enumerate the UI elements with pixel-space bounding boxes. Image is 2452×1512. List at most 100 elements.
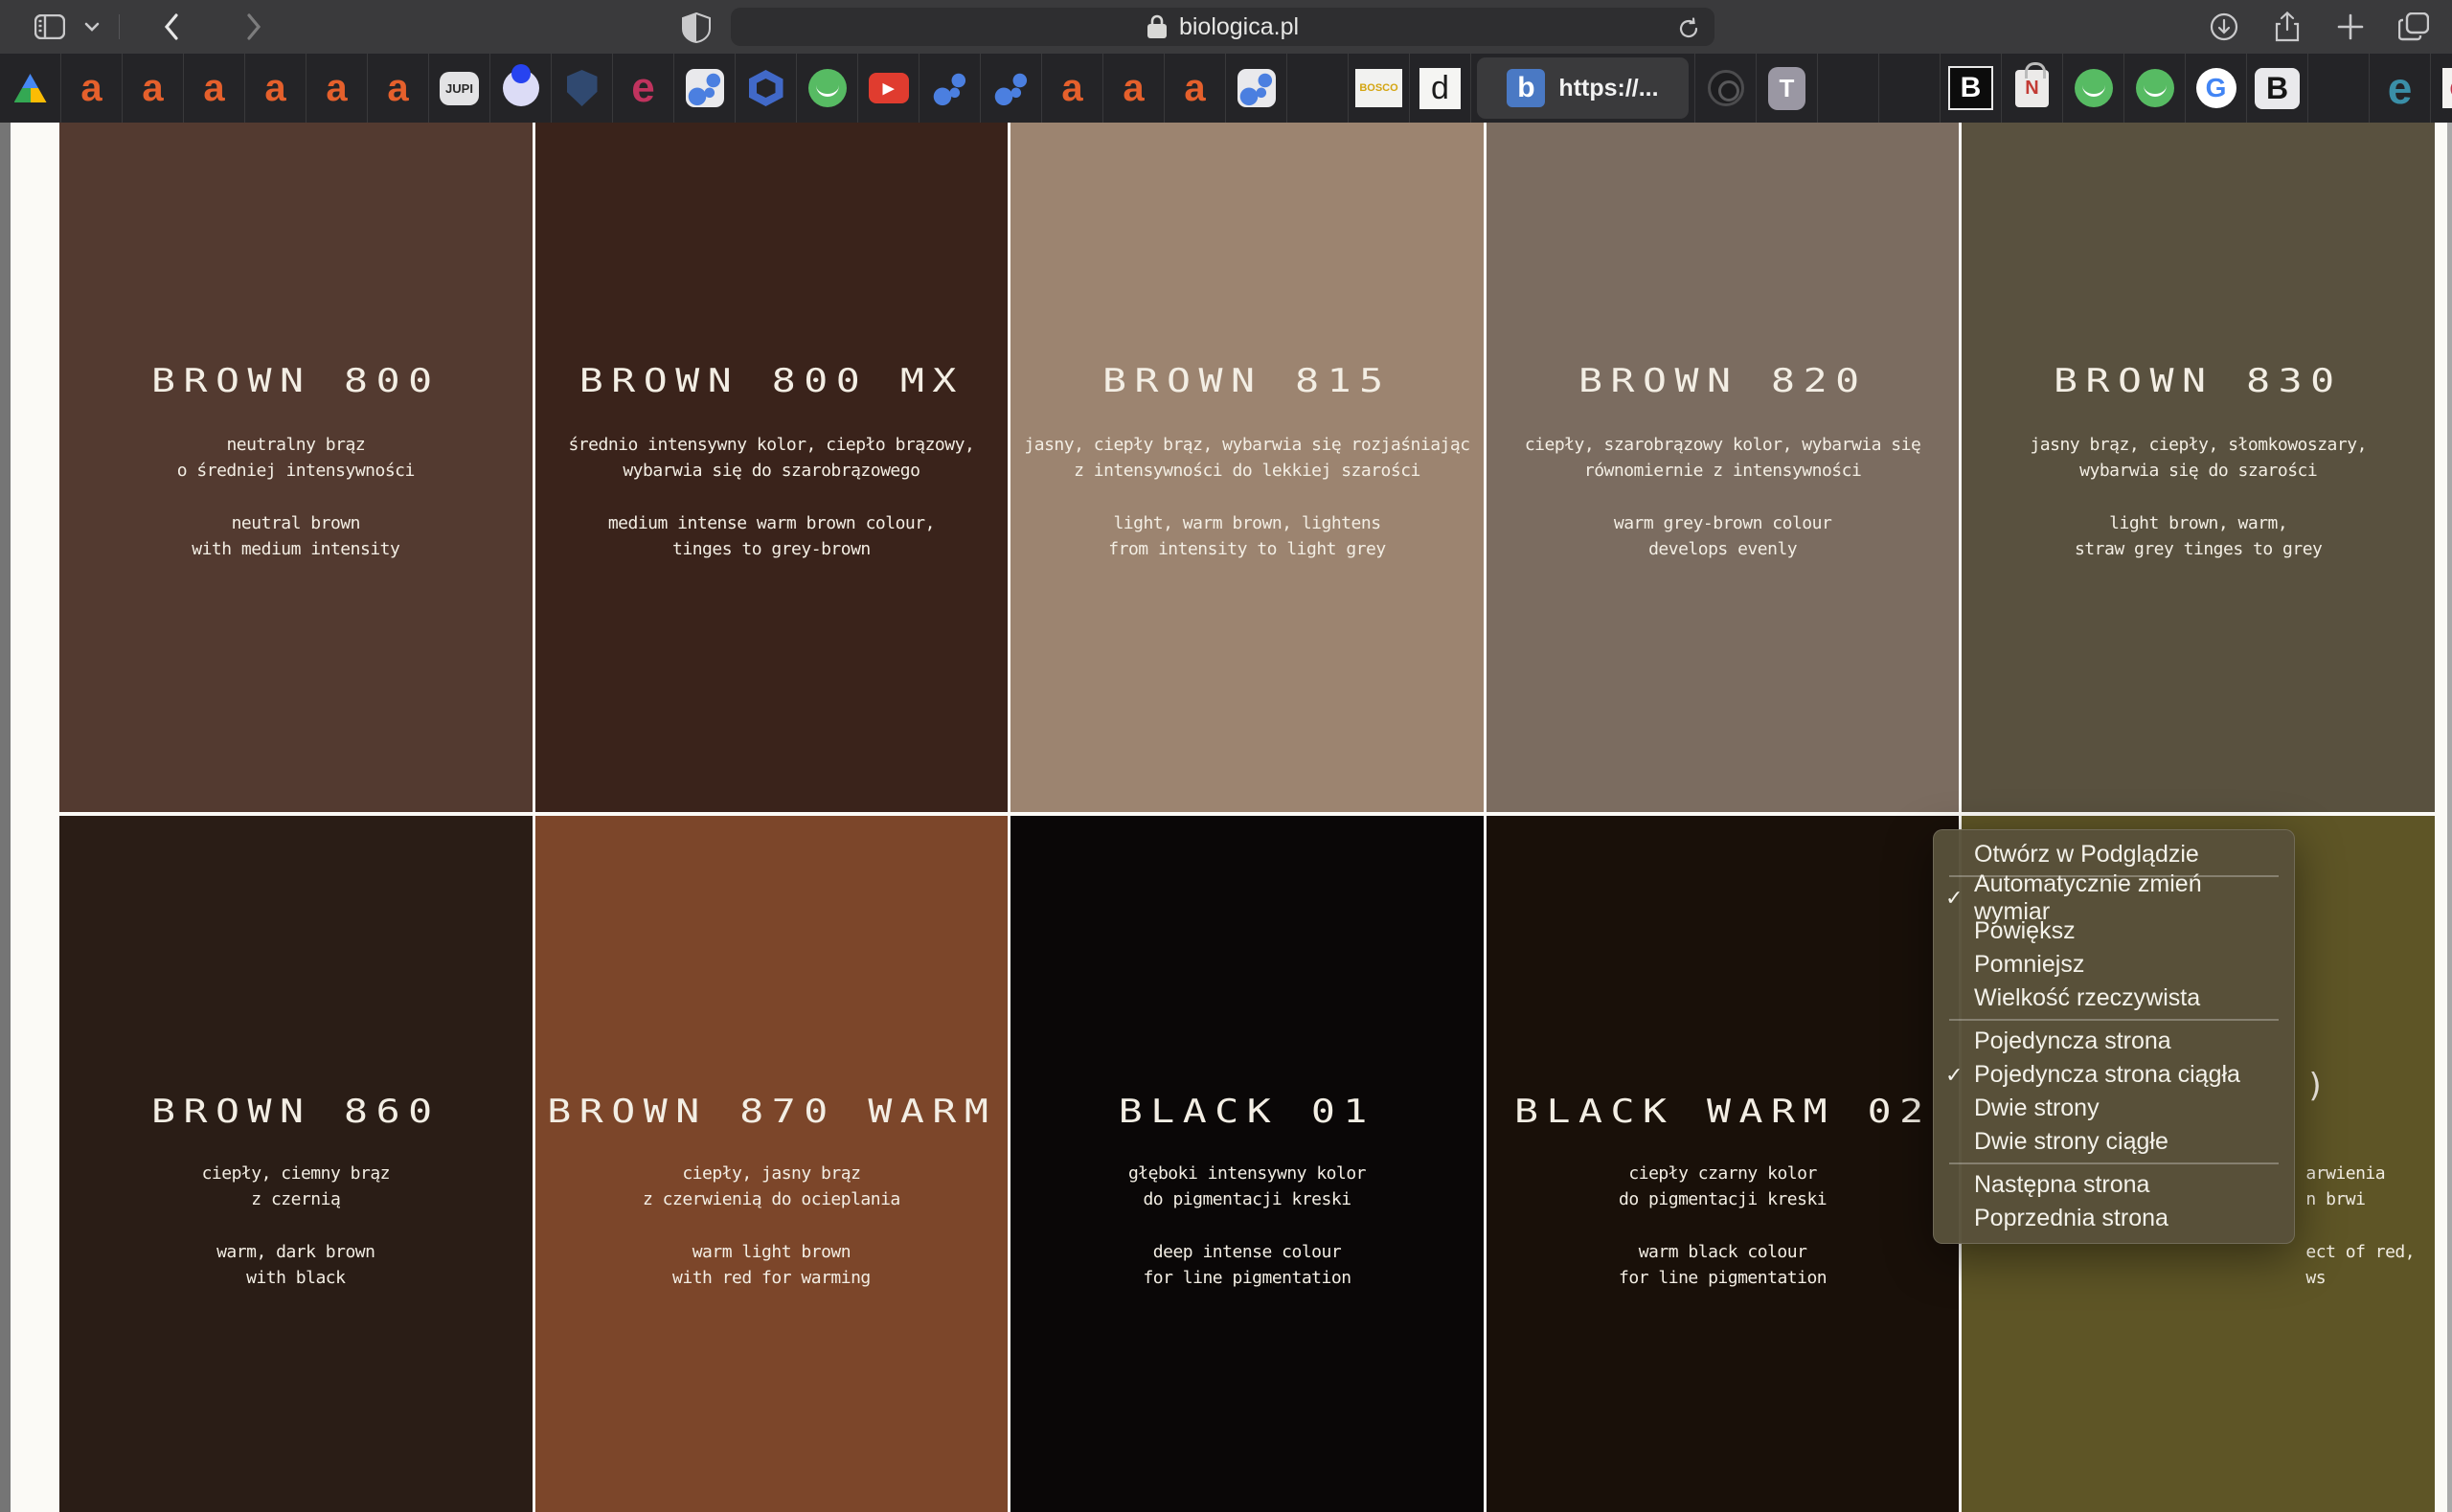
swatch-card-brown-870-warm: BROWN 870 WARM ciepły, jasny brąz z czer… bbox=[535, 816, 1009, 1512]
bookmark-youtube-icon[interactable]: ▶ bbox=[858, 54, 920, 123]
tabs-overview-icon[interactable] bbox=[2393, 6, 2435, 48]
swatch-desc-pl-fragment: arwienia n brwi bbox=[2305, 1161, 2385, 1212]
bookmark-bag-icon[interactable]: N bbox=[2002, 54, 2063, 123]
swatch-desc-en: light, warm brown, lightens from intensi… bbox=[1010, 510, 1484, 562]
chat-favicon bbox=[808, 69, 847, 107]
bookmark-e-red-icon[interactable]: e bbox=[613, 54, 674, 123]
bookmark-allegro-icon[interactable]: a bbox=[306, 54, 368, 123]
new-tab-icon[interactable] bbox=[2329, 6, 2372, 48]
swatch-desc-pl: ciepły, szarobrązowy kolor, wybarwia się… bbox=[1487, 432, 1960, 484]
menu-item-single-page[interactable]: Pojedyncza strona bbox=[1934, 1025, 2294, 1058]
bookmark-allegro-icon[interactable]: a bbox=[61, 54, 123, 123]
pdf-viewer: BROWN 800 neutralny brąz o średniej inte… bbox=[0, 123, 2452, 1512]
swatch-title: BROWN 800 MX bbox=[535, 362, 1009, 400]
toolbar-divider bbox=[119, 14, 120, 39]
swatch-desc-en-fragment: ect of red, ws bbox=[2305, 1239, 2415, 1291]
checkmark-icon: ✓ bbox=[1945, 886, 1974, 911]
menu-item-next-page[interactable]: Następna strona bbox=[1934, 1168, 2294, 1202]
bookmark-ring-icon[interactable] bbox=[1695, 54, 1757, 123]
bookmark-empty-slot bbox=[1879, 54, 1941, 123]
molecule-favicon bbox=[992, 69, 1031, 107]
bookmark-allegro-icon[interactable]: a bbox=[123, 54, 184, 123]
swatch-card-brown-800: BROWN 800 neutralny brąz o średniej inte… bbox=[59, 123, 533, 812]
swatch-desc-pl: ciepły czarny kolor do pigmentacji kresk… bbox=[1487, 1161, 1960, 1212]
bookmark-shield-icon[interactable] bbox=[552, 54, 613, 123]
swatch-card-brown-815: BROWN 815 jasny, ciepły brąz, wybarwia s… bbox=[1010, 123, 1484, 812]
bookmark-t-tile-icon[interactable]: T bbox=[1757, 54, 1818, 123]
bosco-favicon: BOSCO bbox=[1355, 69, 1401, 107]
swatch-title: BLACK 01 bbox=[1010, 1093, 1484, 1131]
bookmark-allegro-icon[interactable]: a bbox=[1103, 54, 1165, 123]
swatch-card-brown-860: BROWN 860 ciepły, ciemny brąz z czernią … bbox=[59, 816, 533, 1512]
bookmark-chat-icon[interactable] bbox=[797, 54, 858, 123]
bookmark-allegro-icon[interactable]: a bbox=[245, 54, 306, 123]
menu-item-zoom-out[interactable]: Pomniejsz bbox=[1934, 948, 2294, 982]
browser-toolbar: biologica.pl bbox=[0, 0, 2452, 54]
swatch-title-fragment: ) bbox=[2305, 1073, 2325, 1099]
swatch-desc-en: warm light brown with red for warming bbox=[535, 1239, 1009, 1291]
swatch-title: BROWN 820 bbox=[1487, 362, 1960, 400]
menu-item-actual-size[interactable]: Wielkość rzeczywista bbox=[1934, 982, 2294, 1015]
bookmark-molecule-tile-icon[interactable] bbox=[1226, 54, 1287, 123]
swatch-title: BROWN 830 bbox=[1962, 362, 2435, 400]
forward-icon[interactable] bbox=[233, 6, 275, 48]
lock-icon bbox=[1147, 14, 1168, 39]
bookmark-empty-slot bbox=[1287, 54, 1349, 123]
swatch-desc-pl: średnio intensywny kolor, ciepło brązowy… bbox=[535, 432, 1009, 484]
menu-item-previous-page[interactable]: Poprzednia strona bbox=[1934, 1202, 2294, 1235]
bookmark-chat-icon[interactable] bbox=[2063, 54, 2124, 123]
bookmark-d-tile-icon[interactable]: d bbox=[1410, 54, 1471, 123]
bookmark-e-teal-icon[interactable]: e bbox=[2370, 54, 2431, 123]
bookmark-b-white-icon[interactable]: B bbox=[2247, 54, 2308, 123]
swatch-desc-pl: głęboki intensywny kolor do pigmentacji … bbox=[1010, 1161, 1484, 1212]
allegro-favicon: a bbox=[1184, 67, 1205, 110]
back-icon[interactable] bbox=[150, 6, 193, 48]
bookmark-allegro-icon[interactable]: a bbox=[368, 54, 429, 123]
active-url-favicon: b bbox=[1507, 69, 1545, 107]
menu-item-two-pages-continuous[interactable]: Dwie strony ciągłe bbox=[1934, 1125, 2294, 1159]
d-tile-favicon: d bbox=[1419, 68, 1461, 109]
menu-item-single-page-continuous[interactable]: ✓ Pojedyncza strona ciągła bbox=[1934, 1058, 2294, 1092]
share-icon[interactable] bbox=[2266, 6, 2308, 48]
reload-icon[interactable] bbox=[1674, 14, 1703, 43]
bookmark-b-black-icon[interactable]: B bbox=[1941, 54, 2002, 123]
allegro-favicon: a bbox=[326, 67, 347, 110]
bookmark-molecule-icon[interactable] bbox=[981, 54, 1042, 123]
bookmark-hex-icon[interactable] bbox=[736, 54, 797, 123]
bookmark-drive-icon[interactable] bbox=[0, 54, 61, 123]
menu-item-auto-resize[interactable]: ✓ Automatycznie zmień wymiar bbox=[1934, 881, 2294, 914]
bookmark-molecule-icon[interactable] bbox=[920, 54, 981, 123]
swatch-desc-en: neutral brown with medium intensity bbox=[59, 510, 533, 562]
bookmark-bosco-icon[interactable]: BOSCO bbox=[1349, 54, 1410, 123]
swatch-title: BROWN 800 bbox=[59, 362, 533, 400]
shield-extension-icon[interactable] bbox=[682, 12, 711, 48]
swatch-title: BLACK WARM 02 bbox=[1487, 1093, 1960, 1131]
checkmark-icon: ✓ bbox=[1945, 1063, 1974, 1088]
bookmark-google-icon[interactable]: G bbox=[2186, 54, 2247, 123]
bookmark-allegro-icon[interactable]: a bbox=[184, 54, 245, 123]
menu-item-open-in-preview[interactable]: Otwórz w Podglądzie bbox=[1934, 838, 2294, 871]
bookmark-allegro-icon[interactable]: a bbox=[1042, 54, 1103, 123]
swatch-desc-en: warm grey-brown colour develops evenly bbox=[1487, 510, 1960, 562]
bookmark-lavender-icon[interactable] bbox=[490, 54, 552, 123]
shield-favicon bbox=[567, 70, 598, 106]
swatch-title: BROWN 860 bbox=[59, 1093, 533, 1131]
bookmark-roundel-icon[interactable]: ⊕ bbox=[2431, 54, 2452, 123]
download-icon[interactable] bbox=[2203, 6, 2245, 48]
bookmark-chat-icon[interactable] bbox=[2124, 54, 2186, 123]
bookmark-molecule-tile-icon[interactable] bbox=[674, 54, 736, 123]
drive-favicon bbox=[14, 74, 47, 102]
address-bar[interactable]: biologica.pl bbox=[731, 8, 1714, 46]
bag-favicon: N bbox=[2015, 70, 2048, 107]
sidebar-toggle-icon[interactable] bbox=[29, 6, 71, 48]
swatch-desc-en: warm, dark brown with black bbox=[59, 1239, 533, 1291]
menu-item-two-pages[interactable]: Dwie strony bbox=[1934, 1092, 2294, 1125]
swatch-title: BROWN 870 WARM bbox=[535, 1093, 1009, 1131]
bookmark-active-url-icon[interactable]: bhttps://... bbox=[1471, 54, 1695, 123]
e-red-favicon: e bbox=[631, 64, 654, 112]
menu-separator bbox=[1949, 1162, 2279, 1164]
jupi-favicon: JUPI bbox=[440, 72, 479, 105]
sidebar-chevron-icon[interactable] bbox=[71, 6, 113, 48]
bookmark-jupi-icon[interactable]: JUPI bbox=[429, 54, 490, 123]
bookmark-allegro-icon[interactable]: a bbox=[1165, 54, 1226, 123]
